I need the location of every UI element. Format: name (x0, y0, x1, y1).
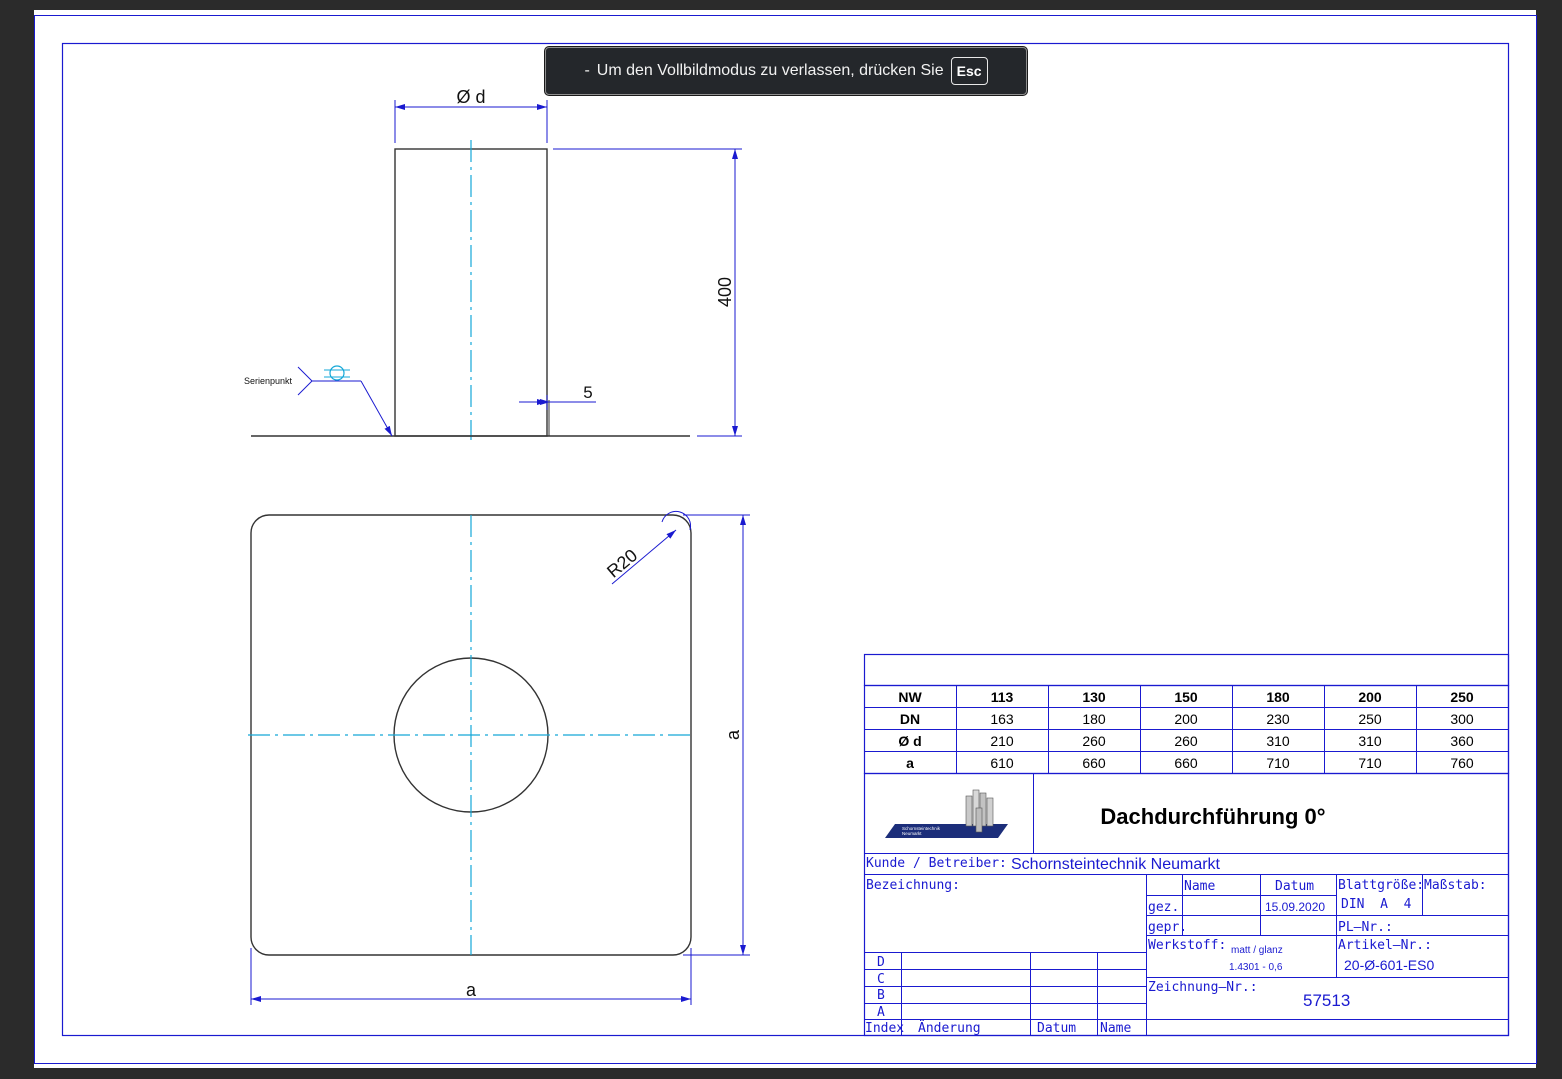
revision-change-header: Änderung (918, 1020, 981, 1036)
revision-index-header: Index (865, 1021, 904, 1036)
table-cell: 300 (1450, 711, 1474, 727)
table-cell: 310 (1358, 733, 1382, 749)
notification-dash: - (584, 62, 590, 79)
table-cell: 260 (1174, 733, 1198, 749)
customer-label: Kunde / Betreiber: (866, 856, 1007, 871)
table-cell: 230 (1266, 711, 1290, 727)
diameter-label: Ø d (456, 87, 485, 107)
table-header-cell: 250 (1450, 689, 1474, 705)
offset-label: 5 (583, 383, 592, 402)
name-header: Name (1184, 879, 1215, 894)
table-cell: 210 (990, 733, 1014, 749)
revision-index: D (877, 955, 885, 970)
sheet-size-label: Blattgröße: (1338, 878, 1424, 893)
notification-message: Um den Vollbildmodus zu verlassen, drück… (596, 62, 944, 79)
company-logo: Schornsteintechnik Neumarkt (885, 789, 1008, 838)
drawing-title: Dachdurchführung 0° (1100, 804, 1325, 829)
table-cell: 660 (1082, 755, 1106, 771)
weld-label: Serienpunkt (244, 376, 293, 386)
table-cell: 260 (1082, 733, 1106, 749)
revision-index: C (877, 972, 885, 987)
esc-key-badge[interactable]: Esc (950, 57, 988, 85)
pl-label: PL—Nr.: (1338, 920, 1393, 935)
revision-name-header: Name (1100, 1021, 1131, 1036)
spec-table: NW 113 130 150 180 200 250 DN Ø d a 163 … (863, 653, 1510, 775)
table-header-cell: 200 (1358, 689, 1382, 705)
drawn-label: gez. (1148, 900, 1179, 915)
fullscreen-notification: - Um den Vollbildmodus zu verlassen, drü… (545, 47, 1027, 95)
table-header-cell: NW (898, 689, 922, 705)
table-cell: 610 (990, 755, 1014, 771)
side-view: Ø d 400 5 Serienpunkt (244, 87, 742, 440)
designation-label: Bezeichnung: (866, 878, 960, 893)
scale-label: Maßstab: (1424, 878, 1487, 893)
material-label: Werkstoff: (1148, 938, 1226, 953)
table-cell: 310 (1266, 733, 1290, 749)
article-label: Artikel—Nr.: (1338, 938, 1432, 953)
material-finish: matt / glanz (1231, 945, 1283, 956)
table-cell: 250 (1358, 711, 1382, 727)
table-header-cell: 150 (1174, 689, 1198, 705)
table-cell: 710 (1266, 755, 1290, 771)
side-vertical-label: a (723, 729, 743, 740)
table-cell: 163 (990, 711, 1014, 727)
table-cell: 760 (1450, 755, 1474, 771)
table-header-cell: 130 (1082, 689, 1106, 705)
drawing-number-value: 57513 (1303, 991, 1350, 1010)
technical-drawing: Ø d 400 5 Serienpunkt R20 a a NW 113 130… (34, 15, 1537, 1064)
customer-value: Schornsteintechnik Neumarkt (1011, 856, 1221, 873)
article-value: 20-Ø-601-ES0 (1344, 957, 1434, 973)
material-grade: 1.4301 - 0,6 (1229, 962, 1283, 973)
revision-index: A (877, 1005, 885, 1020)
table-row-label: DN (900, 711, 920, 727)
height-label: 400 (715, 277, 735, 307)
revision-index: B (877, 988, 885, 1003)
table-cell: 360 (1450, 733, 1474, 749)
side-horizontal-label: a (466, 980, 477, 1000)
revision-date-header: Datum (1037, 1021, 1076, 1036)
top-view: R20 a a (248, 510, 750, 1005)
date-header: Datum (1275, 879, 1314, 894)
table-row-label: Ø d (898, 733, 921, 749)
table-cell: 660 (1174, 755, 1198, 771)
checked-label: gepr. (1148, 920, 1187, 935)
drawing-number-label: Zeichnung—Nr.: (1148, 980, 1258, 995)
table-cell: 200 (1174, 711, 1198, 727)
table-cell: 710 (1358, 755, 1382, 771)
logo-text: Neumarkt (902, 831, 922, 836)
sheet-size-value: DIN A 4 (1341, 897, 1412, 912)
table-header-cell: 113 (991, 689, 1014, 705)
table-header-cell: 180 (1266, 689, 1290, 705)
table-cell: 180 (1082, 711, 1106, 727)
radius-label: R20 (603, 545, 641, 582)
table-row-label: a (906, 755, 914, 771)
title-block: Schornsteintechnik Neumarkt Dachdurchfüh… (863, 772, 1510, 1037)
weld-symbol (297, 365, 393, 437)
drawn-date: 15.09.2020 (1265, 900, 1325, 914)
